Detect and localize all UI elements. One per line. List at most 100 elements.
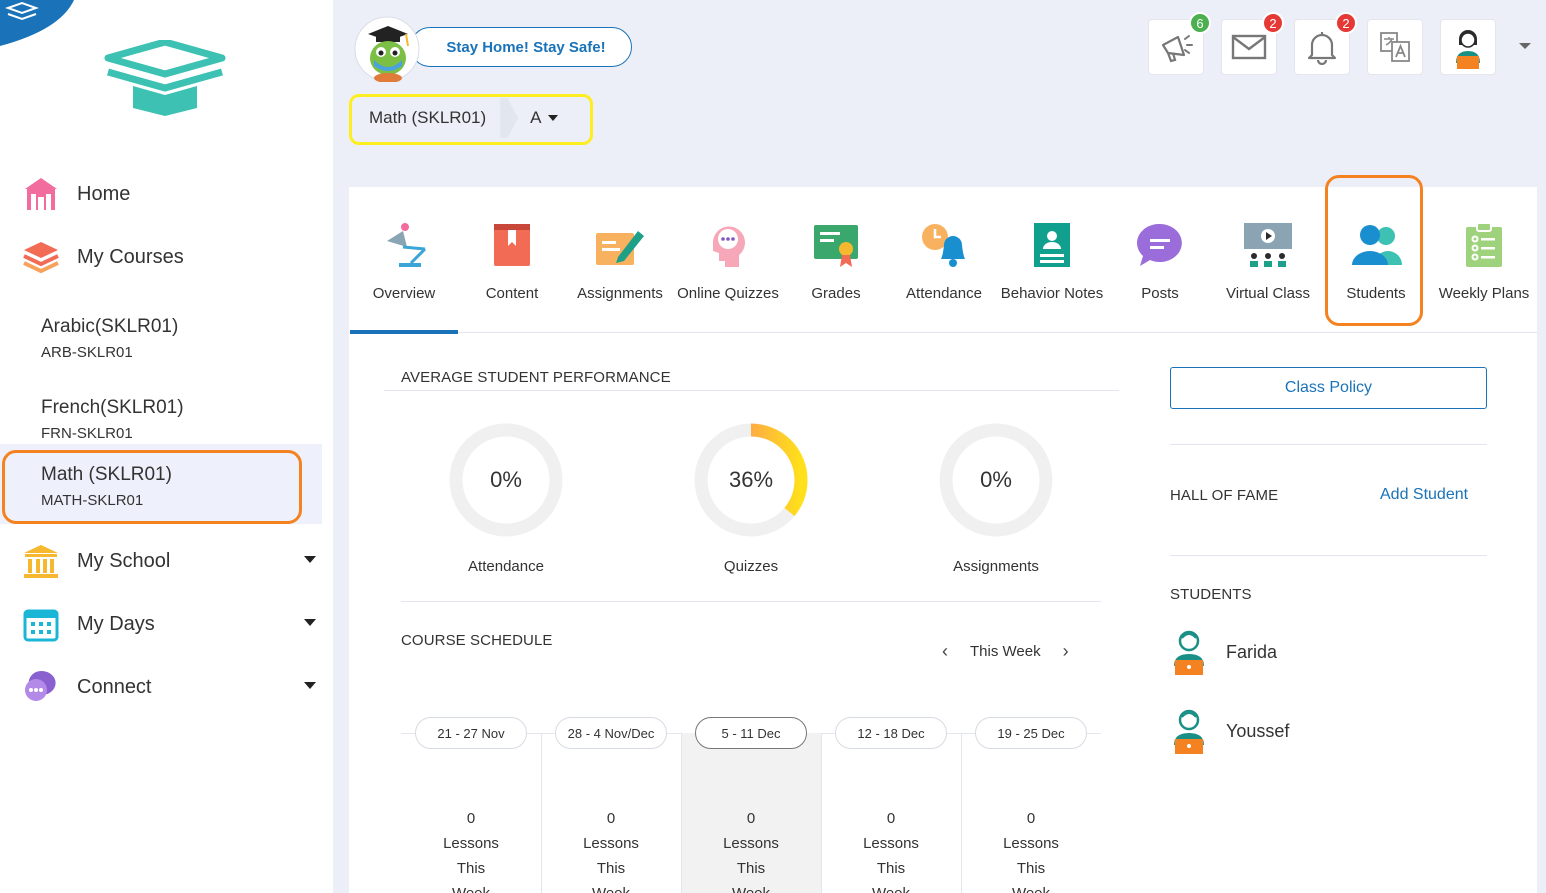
notifications-badge: 2 xyxy=(1335,12,1357,34)
users-icon xyxy=(1348,219,1404,271)
tab-label: Virtual Class xyxy=(1226,285,1310,302)
chevron-down-icon[interactable] xyxy=(304,556,316,563)
nav-connect[interactable]: Connect xyxy=(20,667,320,707)
chevron-left-icon[interactable]: ‹ xyxy=(942,641,948,662)
tab-label: Weekly Plans xyxy=(1438,285,1530,302)
avatar-icon xyxy=(1456,30,1480,69)
tab-overview[interactable]: Overview xyxy=(350,187,458,334)
lessons-text: Lessons xyxy=(1003,835,1059,852)
week-lessons-count: 0 Lessons This Week xyxy=(401,806,541,893)
schedule-title: COURSE SCHEDULE xyxy=(401,632,553,649)
lessons-text: Week xyxy=(401,881,541,893)
course-item-arabic[interactable]: Arabic(SKLR01) ARB-SKLR01 xyxy=(0,296,322,376)
envelope-icon xyxy=(1231,34,1267,60)
tab-behavior-notes[interactable]: Behavior Notes xyxy=(998,187,1106,333)
performance-title: AVERAGE STUDENT PERFORMANCE xyxy=(401,369,671,386)
language-button[interactable] xyxy=(1367,19,1423,75)
student-name: Youssef xyxy=(1226,720,1290,741)
hall-of-fame-title: HALL OF FAME xyxy=(1170,487,1279,504)
add-student-link[interactable]: Add Student xyxy=(1380,486,1468,504)
section-select-dropdown[interactable]: A xyxy=(518,108,558,128)
week-pill-current[interactable]: 5 - 11 Dec xyxy=(695,717,807,749)
chat-bubbles-icon xyxy=(20,667,62,707)
corner-logo-icon[interactable] xyxy=(0,0,74,46)
tab-virtual-class[interactable]: Virtual Class xyxy=(1214,187,1322,333)
lesson-count: 0 xyxy=(746,810,756,827)
announcements-badge: 6 xyxy=(1189,12,1211,34)
translate-icon xyxy=(1380,32,1410,62)
lesson-count: 0 xyxy=(466,810,476,827)
nav-home[interactable]: Home xyxy=(20,174,320,214)
turtle-mascot-icon xyxy=(354,16,420,82)
user-menu-caret-icon[interactable] xyxy=(1519,43,1531,49)
lamp-icon xyxy=(376,219,432,271)
tab-online-quizzes[interactable]: Online Quizzes xyxy=(674,187,782,333)
bell-icon xyxy=(1307,32,1337,65)
school-logo-icon[interactable] xyxy=(100,40,230,120)
announcements-button[interactable]: 6 xyxy=(1148,12,1211,75)
course-name: French(SKLR01) xyxy=(41,397,184,418)
clock-bell-icon xyxy=(916,219,972,271)
student-row[interactable]: Farida xyxy=(1170,628,1277,676)
books-icon xyxy=(20,237,62,277)
quizzes-label: Quizzes xyxy=(723,558,779,575)
week-pill[interactable]: 21 - 27 Nov xyxy=(415,717,527,749)
megaphone-icon xyxy=(1161,35,1193,63)
lessons-text: Lessons xyxy=(723,835,779,852)
nav-my-courses[interactable]: My Courses xyxy=(20,237,320,277)
course-item-math[interactable]: Math (SKLR01) MATH-SKLR01 xyxy=(0,444,322,524)
checklist-icon xyxy=(1456,219,1512,271)
course-tabs: Overview Content Assignments Online Quiz… xyxy=(349,187,1538,334)
class-policy-button[interactable]: Class Policy xyxy=(1170,367,1487,409)
week-pill[interactable]: 28 - 4 Nov/Dec xyxy=(555,717,667,749)
course-select-dropdown[interactable]: Math (SKLR01) xyxy=(356,98,500,138)
student-avatar-icon xyxy=(1174,709,1204,754)
chevron-down-icon[interactable] xyxy=(304,619,316,626)
divider xyxy=(1170,444,1487,445)
tab-label: Students xyxy=(1346,285,1406,302)
week-pill[interactable]: 12 - 18 Dec xyxy=(835,717,947,749)
lessons-text: Week xyxy=(541,881,681,893)
user-avatar-button[interactable] xyxy=(1440,19,1496,75)
lessons-text: This xyxy=(736,860,766,877)
course-code: MATH-SKLR01 xyxy=(41,492,144,509)
week-lessons-count: 0 Lessons This Week xyxy=(541,806,681,893)
breadcrumb-separator xyxy=(500,98,519,138)
school-building-icon xyxy=(20,541,62,581)
lessons-text: This xyxy=(1016,860,1046,877)
id-card-icon xyxy=(1024,219,1080,271)
attendance-label: Attendance xyxy=(468,558,544,575)
section-select-value: A xyxy=(530,108,542,127)
course-name: Math (SKLR01) xyxy=(41,464,172,485)
chevron-down-icon[interactable] xyxy=(304,682,316,689)
lesson-count: 0 xyxy=(606,810,616,827)
week-lessons-count: 0 Lessons This Week xyxy=(821,806,961,893)
week-lessons-count: 0 Lessons This Week xyxy=(681,806,821,893)
nav-my-school[interactable]: My School xyxy=(20,541,320,581)
nav-my-days[interactable]: My Days xyxy=(20,604,320,644)
tab-label: Assignments xyxy=(577,285,663,302)
nav-my-school-label: My School xyxy=(77,549,171,572)
tab-posts[interactable]: Posts xyxy=(1106,187,1214,333)
speech-bubble-icon xyxy=(1132,219,1188,271)
tab-grades[interactable]: Grades xyxy=(782,187,890,333)
tab-assignments[interactable]: Assignments xyxy=(566,187,674,333)
tab-students[interactable]: Students xyxy=(1322,187,1430,333)
chevron-right-icon[interactable]: › xyxy=(1063,641,1069,662)
lessons-text: Week xyxy=(681,881,821,893)
messages-badge: 2 xyxy=(1262,12,1284,34)
tab-weekly-plans[interactable]: Weekly Plans xyxy=(1430,187,1538,333)
chevron-down-icon xyxy=(547,115,558,121)
week-pill[interactable]: 19 - 25 Dec xyxy=(975,717,1087,749)
tab-label: Content xyxy=(485,285,539,302)
attendance-value: 0% xyxy=(490,467,522,492)
notifications-button[interactable]: 2 xyxy=(1294,12,1357,75)
divider xyxy=(401,601,1101,602)
messages-button[interactable]: 2 xyxy=(1221,12,1284,75)
course-section-selector: Math (SKLR01) A xyxy=(356,98,558,138)
tab-content[interactable]: Content xyxy=(458,187,566,333)
stay-home-banner[interactable]: Stay Home! Stay Safe! xyxy=(410,27,632,67)
lesson-count: 0 xyxy=(886,810,896,827)
student-row[interactable]: Youssef xyxy=(1170,707,1289,755)
tab-attendance[interactable]: Attendance xyxy=(890,187,998,333)
